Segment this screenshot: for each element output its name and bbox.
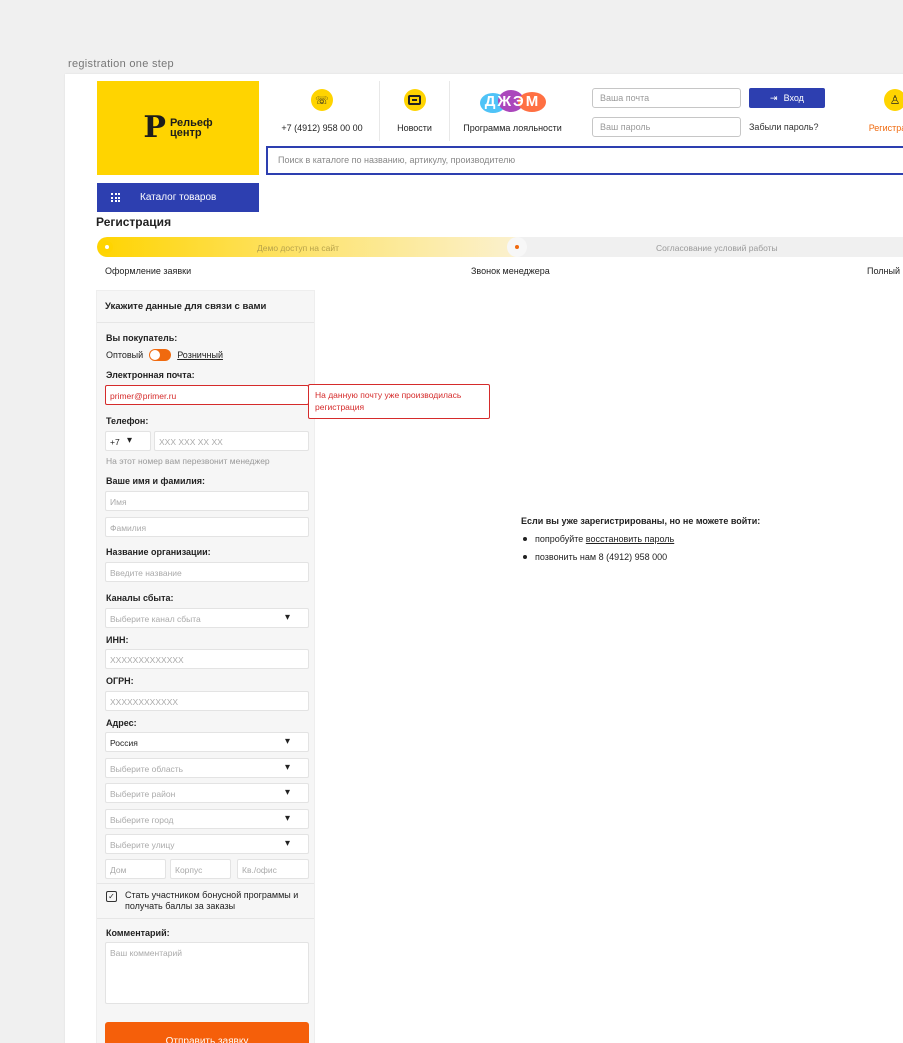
email-label: Электронная почта: xyxy=(106,370,195,380)
step-label-application: Оформление заявки xyxy=(105,266,192,276)
header-register[interactable]: ♙ Регистрация xyxy=(855,81,903,141)
bonus-program-label: Стать участником бонусной программы и по… xyxy=(125,890,299,911)
buyer-type-toggle[interactable] xyxy=(149,349,172,361)
login-help-item-call: позвонить нам 8 (4912) 958 000 xyxy=(521,552,760,562)
register-label: Регистрация xyxy=(868,123,903,133)
search-input[interactable]: Поиск в каталоге по названию, артикулу, … xyxy=(266,146,903,175)
registration-form: Укажите данные для связи с вами Вы покуп… xyxy=(96,290,315,1043)
news-icon xyxy=(403,89,426,111)
submit-button[interactable]: Отправить заявку xyxy=(105,1022,309,1043)
loyalty-label: Программа лояльности xyxy=(463,123,562,133)
inn-field[interactable]: XXXXXXXXXXXXX xyxy=(105,649,309,669)
checkbox-checked-icon[interactable]: ✓ xyxy=(106,891,117,902)
inn-label: ИНН: xyxy=(106,635,129,645)
progress-dot-step1 xyxy=(101,241,113,253)
ogrn-field[interactable]: XXXXXXXXXXXX xyxy=(105,691,309,711)
name-label: Ваше имя и фамилия: xyxy=(106,476,206,486)
logo-line2: центр xyxy=(169,127,202,139)
channels-select[interactable]: Выберите канал сбыта xyxy=(105,608,309,628)
phone-code-select[interactable]: +7 xyxy=(105,431,151,451)
buyer-wholesale-label: Оптовый xyxy=(106,350,144,360)
email-error-tooltip: На данную почту уже производилась регист… xyxy=(308,384,490,419)
phone-icon: ☏ xyxy=(311,89,333,111)
login-password-input[interactable]: Ваш пароль xyxy=(592,117,741,137)
progress-bar: Демо доступ на сайт Согласование условий… xyxy=(97,237,903,257)
progress-segment-demo: Демо доступ на сайт xyxy=(257,243,339,253)
form-heading: Укажите данные для связи с вами xyxy=(97,291,314,323)
region-select[interactable]: Выберите область xyxy=(105,758,309,778)
restore-prefix: попробуйте xyxy=(535,534,584,544)
comment-field[interactable]: Ваш комментарий xyxy=(105,942,309,1004)
phone-number: +7 (4912) 958 00 00 xyxy=(281,123,363,133)
login-help: Если вы уже зарегистрированы, но не може… xyxy=(521,516,760,570)
buyer-retail-label[interactable]: Розничный xyxy=(177,350,223,360)
step-label-manager-call: Звонок менеджера xyxy=(471,266,550,276)
street-select[interactable]: Выберите улицу xyxy=(105,834,309,854)
progress-segment-terms: Согласование условий работы xyxy=(656,243,778,253)
login-button-label: Вход xyxy=(783,93,804,103)
loyalty-logo-text: ДЖЭМ xyxy=(484,93,541,110)
last-name-field[interactable]: Фамилия xyxy=(105,517,309,537)
step-label-full: Полный xyxy=(867,266,900,276)
organization-label: Название организации: xyxy=(106,547,211,557)
phone-hint: На этот номер вам перезвонит менеджер xyxy=(106,456,270,466)
building-field[interactable]: Корпус xyxy=(170,859,231,879)
page-frame: Р Рельеф центр Каталог товаров ☏ +7 (491… xyxy=(65,74,903,1043)
country-select[interactable]: Россия xyxy=(105,732,309,752)
restore-password-link[interactable]: восстановить пароль xyxy=(586,534,674,544)
login-icon: ⇥ xyxy=(770,92,778,103)
ogrn-label: ОГРН: xyxy=(106,676,134,686)
header-phone[interactable]: ☏ +7 (4912) 958 00 00 xyxy=(265,81,380,141)
email-field[interactable]: primer@primer.ru xyxy=(105,385,309,405)
grid-icon xyxy=(111,193,120,202)
page-title: Регистрация xyxy=(96,215,172,229)
progress-dot-step2 xyxy=(507,237,527,257)
buyer-type-label: Вы покупатель: xyxy=(106,333,178,343)
header-news[interactable]: Новости xyxy=(380,81,450,141)
phone-field[interactable]: XXX XXX XX XX xyxy=(154,431,309,451)
news-label: Новости xyxy=(397,123,432,133)
logo-mark: Р xyxy=(143,110,166,145)
login-email-input[interactable]: Ваша почта xyxy=(592,88,741,108)
buyer-type-row: Оптовый Розничный xyxy=(106,349,223,361)
logo-text: Рельеф центр xyxy=(169,118,213,139)
loyalty-logo: ДЖЭМ xyxy=(478,89,548,115)
forgot-password-link[interactable]: Забыли пароль? xyxy=(749,122,818,132)
bonus-program-row[interactable]: ✓ Стать участником бонусной программы и … xyxy=(97,883,314,919)
login-button[interactable]: ⇥ Вход xyxy=(749,88,825,108)
apartment-field[interactable]: Кв./офис xyxy=(237,859,309,879)
login-help-title: Если вы уже зарегистрированы, но не може… xyxy=(521,516,761,526)
channels-label: Каналы сбыта: xyxy=(106,593,174,603)
address-label: Адрес: xyxy=(106,718,137,728)
login-help-item-restore: попробуйте восстановить пароль xyxy=(521,534,760,544)
user-add-icon: ♙ xyxy=(884,89,903,111)
logo[interactable]: Р Рельеф центр xyxy=(97,81,259,175)
district-select[interactable]: Выберите район xyxy=(105,783,309,803)
artboard-label: registration one step xyxy=(68,58,174,70)
first-name-field[interactable]: Имя xyxy=(105,491,309,511)
city-select[interactable]: Выберите город xyxy=(105,809,309,829)
comment-label: Комментарий: xyxy=(106,928,170,938)
phone-label: Телефон: xyxy=(106,416,149,426)
header-loyalty[interactable]: ДЖЭМ Программа лояльности xyxy=(450,81,575,141)
catalog-button-label: Каталог товаров xyxy=(140,192,217,203)
organization-field[interactable]: Введите название xyxy=(105,562,309,582)
catalog-button[interactable]: Каталог товаров xyxy=(97,183,259,212)
house-field[interactable]: Дом xyxy=(105,859,166,879)
